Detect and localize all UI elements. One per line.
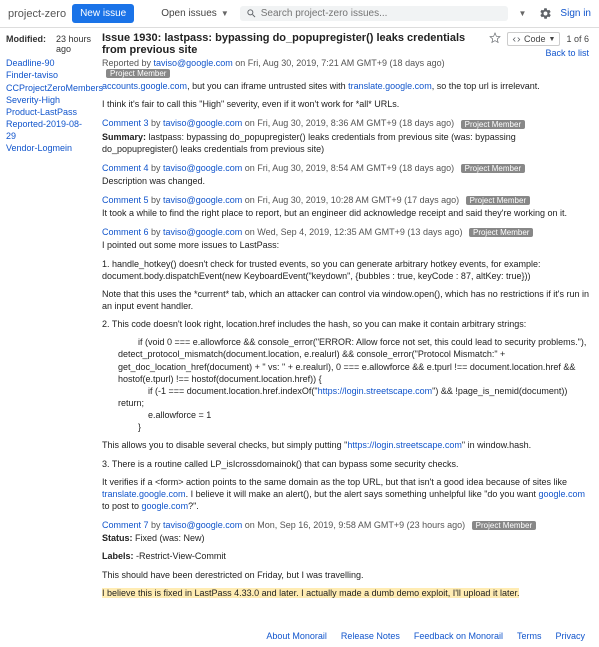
label-list: Deadline-90 Finder-taviso CCProjectZeroM… (6, 58, 92, 154)
main: Issue 1930: lastpass: bypassing do_popup… (98, 28, 599, 621)
comment-body: I pointed out some more issues to LastPa… (102, 239, 589, 251)
labels-line: Labels: -Restrict-View-Commit (102, 550, 589, 562)
comment-link[interactable]: Comment 6 (102, 227, 149, 237)
issue-body-2: I think it's fair to call this "High" se… (102, 98, 589, 110)
comment-body: I believe this is fixed in LastPass 4.33… (102, 587, 589, 599)
author-link[interactable]: taviso@google.com (163, 118, 242, 128)
highlighted-text: I believe this is fixed in LastPass 4.33… (102, 588, 519, 598)
star-button[interactable] (489, 32, 501, 46)
comment-link[interactable]: Comment 4 (102, 163, 149, 173)
label-tag[interactable]: Finder-taviso (6, 70, 92, 81)
open-issues-label: Open issues (161, 8, 217, 19)
comment-header: Comment 5 by taviso@google.com on Fri, A… (102, 195, 589, 205)
signin-link[interactable]: Sign in (560, 8, 591, 19)
comment-link[interactable]: Comment 5 (102, 195, 149, 205)
footer-release-link[interactable]: Release Notes (341, 631, 400, 641)
comment-body: 3. There is a routine called LP_isIcross… (102, 458, 589, 470)
link[interactable]: accounts.google.com (102, 81, 187, 91)
label-tag[interactable]: Vendor-Logmein (6, 143, 92, 154)
code-label: Code (524, 34, 546, 44)
link[interactable]: https://login.streetscape.com (318, 386, 433, 396)
issue-title: Issue 1930: lastpass: bypassing do_popup… (102, 32, 481, 56)
comment: Comment 5 by taviso@google.com on Fri, A… (102, 195, 589, 219)
project-member-badge: Project Member (461, 164, 525, 173)
label-tag[interactable]: Deadline-90 (6, 58, 92, 69)
project-member-badge: Project Member (472, 521, 536, 530)
footer: About Monorail Release Notes Feedback on… (0, 621, 599, 647)
star-icon (489, 32, 501, 44)
project-member-badge: Project Member (469, 228, 533, 237)
reported-by: Reported by taviso@google.com on Fri, Au… (102, 58, 481, 78)
gear-icon (539, 7, 552, 20)
link[interactable]: https://login.streetscape.com (347, 440, 462, 450)
topbar: project-zero New issue Open issues ▼ ▼ S… (0, 0, 599, 28)
modified-label: Modified: (6, 34, 46, 54)
comment-header: Comment 6 by taviso@google.com on Wed, S… (102, 227, 589, 237)
comment-body: Description was changed. (102, 175, 589, 187)
project-member-badge: Project Member (106, 69, 170, 78)
comment: Comment 6 by taviso@google.com on Wed, S… (102, 227, 589, 512)
author-link[interactable]: taviso@google.com (163, 195, 242, 205)
code-dropdown[interactable]: Code ▼ (507, 32, 560, 46)
sidebar: Modified: 23 hours ago Deadline-90 Finde… (0, 28, 98, 621)
project-name: project-zero (8, 8, 66, 20)
chevron-down-icon: ▼ (519, 9, 527, 18)
comment: Comment 7 by taviso@google.com on Mon, S… (102, 520, 589, 599)
link[interactable]: google.com (142, 501, 189, 511)
search-input[interactable] (261, 8, 502, 19)
author-link[interactable]: taviso@google.com (163, 227, 242, 237)
comment-body: 1. handle_hotkey() doesn't check for tru… (102, 258, 589, 282)
author-link[interactable]: taviso@google.com (163, 163, 242, 173)
footer-terms-link[interactable]: Terms (517, 631, 542, 641)
chevron-down-icon: ▼ (221, 9, 229, 18)
comment-link[interactable]: Comment 3 (102, 118, 149, 128)
back-to-list-link[interactable]: Back to list (545, 48, 589, 58)
open-issues-dropdown[interactable]: Open issues ▼ (156, 5, 234, 22)
comment-body: It took a while to find the right place … (102, 207, 589, 219)
modified-value: 23 hours ago (56, 34, 92, 54)
comment-link[interactable]: Comment 7 (102, 520, 149, 530)
label-tag[interactable]: Product-LastPass (6, 107, 92, 118)
comment-body: This allows you to disable several check… (102, 439, 589, 451)
search-wrap (240, 6, 508, 21)
search-options-dropdown[interactable]: ▼ (514, 6, 532, 21)
comment-body: This should have been derestricted on Fr… (102, 569, 589, 581)
comment-header: Comment 3 by taviso@google.com on Fri, A… (102, 118, 589, 128)
project-member-badge: Project Member (461, 120, 525, 129)
issue-body: accounts.google.com, but you can iframe … (102, 80, 589, 92)
comment: Comment 4 by taviso@google.com on Fri, A… (102, 163, 589, 187)
project-member-badge: Project Member (466, 196, 530, 205)
new-issue-button[interactable]: New issue (72, 4, 134, 23)
reporter-link[interactable]: taviso@google.com (154, 58, 233, 68)
search-icon (246, 8, 257, 19)
issue-counter: 1 of 6 (566, 34, 589, 44)
link[interactable]: google.com (538, 489, 585, 499)
footer-privacy-link[interactable]: Privacy (555, 631, 585, 641)
author-link[interactable]: taviso@google.com (163, 520, 242, 530)
comment-header: Comment 4 by taviso@google.com on Fri, A… (102, 163, 589, 173)
code-block: if (void 0 === e.allowforce && console_e… (118, 336, 589, 433)
label-tag[interactable]: CCProjectZeroMembers (6, 83, 92, 94)
chevron-down-icon: ▼ (549, 36, 556, 43)
issue-controls: Code ▼ 1 of 6 Back to list (489, 32, 589, 58)
settings-button[interactable] (537, 5, 554, 22)
comment: Comment 3 by taviso@google.com on Fri, A… (102, 118, 589, 154)
comment-body: Note that this uses the *current* tab, w… (102, 288, 589, 312)
label-tag[interactable]: Reported-2019-08-29 (6, 119, 92, 142)
code-icon (512, 35, 521, 44)
footer-feedback-link[interactable]: Feedback on Monorail (414, 631, 503, 641)
status-line: Status: Fixed (was: New) (102, 532, 589, 544)
label-tag[interactable]: Severity-High (6, 95, 92, 106)
comment-header: Comment 7 by taviso@google.com on Mon, S… (102, 520, 589, 530)
comment-body: Summary: lastpass: bypassing do_popupreg… (102, 131, 589, 155)
comment-body: It verifies if a <form> action points to… (102, 476, 589, 512)
comment-body: 2. This code doesn't look right, locatio… (102, 318, 589, 330)
footer-about-link[interactable]: About Monorail (266, 631, 327, 641)
link[interactable]: translate.google.com (102, 489, 186, 499)
link[interactable]: translate.google.com (348, 81, 432, 91)
